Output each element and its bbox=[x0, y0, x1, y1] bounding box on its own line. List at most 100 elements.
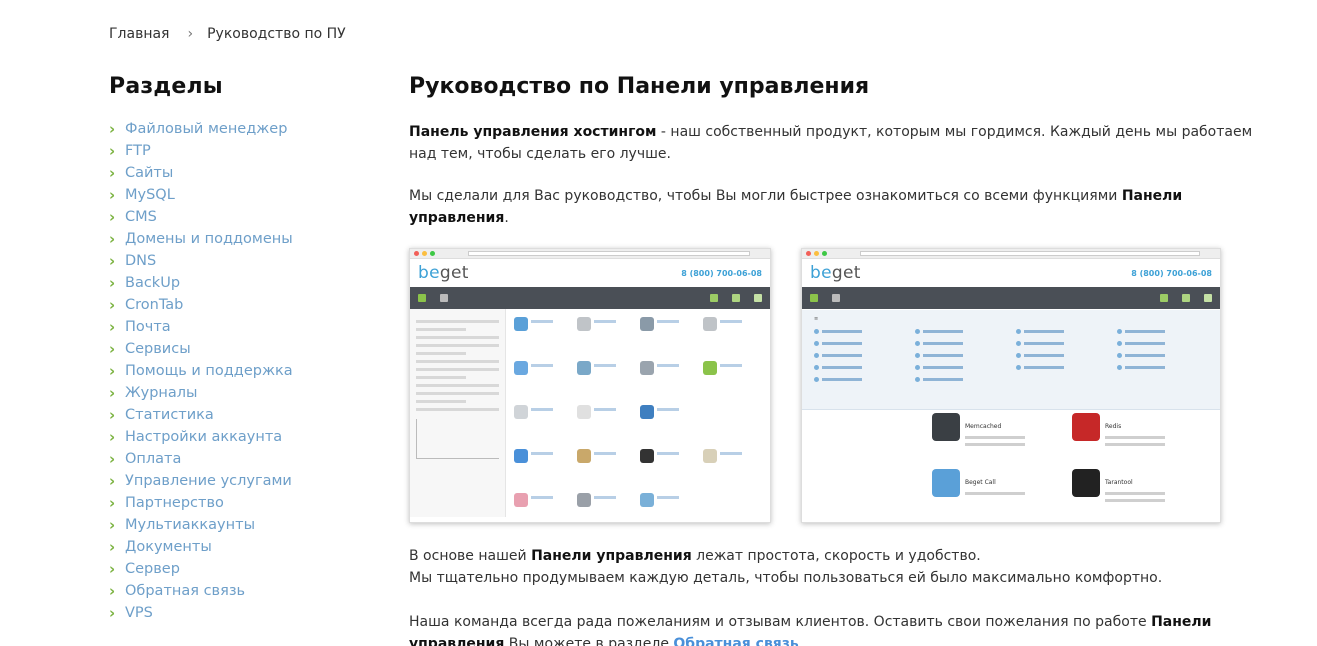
browser-bar bbox=[802, 249, 1220, 259]
feedback-icon bbox=[703, 449, 762, 489]
sidebar-item-link[interactable]: Партнерство bbox=[125, 495, 224, 511]
chevron-right-icon: › bbox=[109, 230, 116, 248]
empty-slot bbox=[703, 405, 762, 445]
guide-text: Мы сделали для Вас руководство, чтобы Вы… bbox=[409, 188, 1122, 204]
sidebar-item-link[interactable]: Почта bbox=[125, 319, 171, 335]
sidebar-item-link[interactable]: Обратная связь bbox=[125, 583, 245, 599]
sidebar-item[interactable]: › Сервисы bbox=[109, 338, 369, 360]
base-rest: лежат простота, скорость и удобство. bbox=[691, 548, 981, 564]
team-pre: Наша команда всегда рада пожеланиям и от… bbox=[409, 614, 1152, 630]
chevron-right-icon: › bbox=[109, 318, 116, 336]
domains-icon bbox=[577, 361, 636, 401]
close-dot-icon bbox=[806, 251, 811, 256]
sidebar-item-link[interactable]: CronTab bbox=[125, 297, 183, 313]
sidebar-item-link[interactable]: Журналы bbox=[125, 385, 198, 401]
breadcrumb-home-link[interactable]: Главная bbox=[109, 26, 169, 42]
panel-header: beget 8 (800) 700-06-08 bbox=[802, 259, 1220, 287]
sidebar-item-link[interactable]: Оплата bbox=[125, 451, 181, 467]
chevron-right-icon: › bbox=[109, 560, 116, 578]
nav-item bbox=[832, 294, 840, 302]
sidebar-item[interactable]: › Документы bbox=[109, 536, 369, 558]
sidebar-item-link[interactable]: FTP bbox=[125, 143, 151, 159]
guide-end: . bbox=[504, 210, 509, 226]
cms-icon bbox=[514, 361, 573, 401]
support-icon bbox=[1160, 294, 1168, 302]
feedback-link[interactable]: Обратная связь bbox=[673, 636, 798, 646]
chevron-right-icon: › bbox=[109, 208, 116, 226]
chevron-right-icon: › bbox=[109, 604, 116, 622]
mail-icon bbox=[577, 405, 636, 445]
sidebar-item-link[interactable]: VPS bbox=[125, 605, 153, 621]
sidebar-item[interactable]: › DNS bbox=[109, 250, 369, 272]
sidebar-item-link[interactable]: Статистика bbox=[125, 407, 214, 423]
sidebar-item[interactable]: › Журналы bbox=[109, 382, 369, 404]
minimize-dot-icon bbox=[814, 251, 819, 256]
sidebar-item[interactable]: › Управление услугами bbox=[109, 470, 369, 492]
support-phone: 8 (800) 700-06-08 bbox=[681, 268, 762, 278]
sidebar-item[interactable]: › Оплата bbox=[109, 448, 369, 470]
sidebar-item-link[interactable]: Сервер bbox=[125, 561, 180, 577]
sidebar-item[interactable]: › Файловый менеджер bbox=[109, 118, 369, 140]
nav-item bbox=[418, 294, 426, 302]
sidebar-item[interactable]: › Мультиаккаунты bbox=[109, 514, 369, 536]
maximize-dot-icon bbox=[822, 251, 827, 256]
sidebar-item[interactable]: › Домены и поддомены bbox=[109, 228, 369, 250]
sidebar-item[interactable]: › BackUp bbox=[109, 272, 369, 294]
chevron-right-icon: › bbox=[109, 384, 116, 402]
payment-icon bbox=[514, 493, 573, 522]
sidebar-item-link[interactable]: Документы bbox=[125, 539, 212, 555]
chevron-right-icon: › bbox=[109, 274, 116, 292]
menu-screenshot[interactable]: beget 8 (800) 700-06-08 ≡ Memcached Redi… bbox=[801, 248, 1221, 523]
sidebar-item-link[interactable]: Сайты bbox=[125, 165, 173, 181]
services-apps: Memcached Redis Beget Call Tarantool bbox=[932, 413, 1212, 519]
chevron-right-icon: › bbox=[109, 406, 116, 424]
url-bar bbox=[860, 251, 1200, 256]
sidebar-item[interactable]: › CronTab bbox=[109, 294, 369, 316]
sidebar-item-link[interactable]: CMS bbox=[125, 209, 157, 225]
nav-item bbox=[754, 294, 762, 302]
sidebar-item-link[interactable]: BackUp bbox=[125, 275, 180, 291]
sidebar-item[interactable]: › Партнерство bbox=[109, 492, 369, 514]
backup-icon bbox=[703, 361, 762, 401]
sidebar-item[interactable]: › Обратная связь bbox=[109, 580, 369, 602]
team-mid: Вы можете в разделе bbox=[504, 636, 674, 646]
chevron-right-icon: › bbox=[109, 362, 116, 380]
base-pre: В основе нашей bbox=[409, 548, 532, 564]
ftp-icon bbox=[577, 317, 636, 357]
sidebar-item[interactable]: › Настройки аккаунта bbox=[109, 426, 369, 448]
services-icon bbox=[640, 405, 699, 445]
sidebar-item[interactable]: › Статистика bbox=[109, 404, 369, 426]
sidebar-item[interactable]: › Помощь и поддержка bbox=[109, 360, 369, 382]
breadcrumb: Главная › Руководство по ПУ bbox=[109, 26, 346, 42]
sidebar-item-link[interactable]: Управление услугами bbox=[125, 473, 292, 489]
nav-item bbox=[710, 294, 718, 302]
sidebar-item[interactable]: › CMS bbox=[109, 206, 369, 228]
beget-logo: beget bbox=[418, 263, 469, 283]
sidebar-item-link[interactable]: DNS bbox=[125, 253, 156, 269]
tarantool-app: Tarantool bbox=[1072, 469, 1212, 519]
sidebar-item[interactable]: › Сайты bbox=[109, 162, 369, 184]
file-manager-icon bbox=[514, 317, 573, 357]
sidebar-item-link[interactable]: Мультиаккаунты bbox=[125, 517, 255, 533]
crontab-icon bbox=[514, 405, 573, 445]
sidebar-item[interactable]: › VPS bbox=[109, 602, 369, 624]
sidebar-item-link[interactable]: Настройки аккаунта bbox=[125, 429, 282, 445]
dashboard-screenshot[interactable]: beget 8 (800) 700-06-08 bbox=[409, 248, 771, 523]
sidebar-item[interactable]: › FTP bbox=[109, 140, 369, 162]
nav-item bbox=[732, 294, 740, 302]
sidebar-item[interactable]: › Почта bbox=[109, 316, 369, 338]
sections-list: › Файловый менеджер › FTP › Сайты › MySQL › C… bbox=[109, 118, 369, 624]
sidebar-item[interactable]: › MySQL bbox=[109, 184, 369, 206]
sidebar-item[interactable]: › Сервер bbox=[109, 558, 369, 580]
chevron-right-icon: › bbox=[109, 428, 116, 446]
memcached-app: Memcached bbox=[932, 413, 1072, 463]
sidebar-item-link[interactable]: Файловый менеджер bbox=[125, 121, 287, 137]
sidebar-item-link[interactable]: Помощь и поддержка bbox=[125, 363, 293, 379]
redis-icon bbox=[1072, 413, 1100, 441]
sidebar-item-link[interactable]: Сервисы bbox=[125, 341, 191, 357]
sections-sidebar: Разделы › Файловый менеджер › FTP › Сайты ›… bbox=[109, 74, 369, 624]
sidebar-item-link[interactable]: Домены и поддомены bbox=[125, 231, 293, 247]
chevron-right-icon: › bbox=[109, 340, 116, 358]
stats-icon bbox=[640, 449, 699, 489]
sidebar-item-link[interactable]: MySQL bbox=[125, 187, 175, 203]
